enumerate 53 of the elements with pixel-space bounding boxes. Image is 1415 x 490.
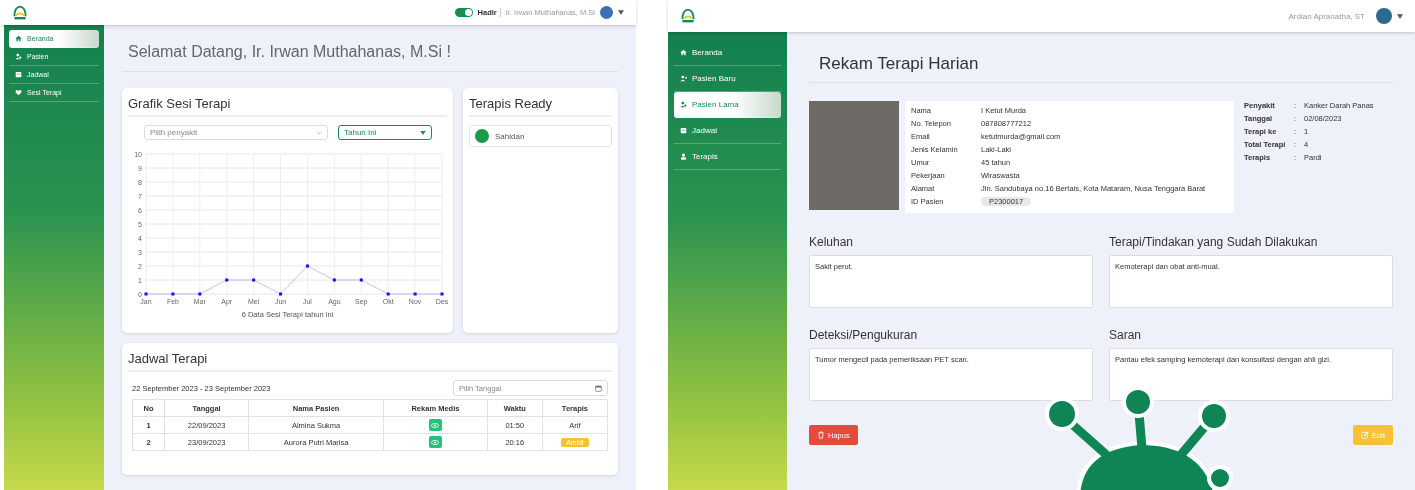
logo-icon [680, 8, 696, 24]
logo-icon [12, 4, 28, 21]
sidebar-item[interactable]: Jadwal [674, 118, 781, 144]
data-point [440, 292, 443, 296]
avatar-icon [475, 129, 489, 143]
sidebar-item[interactable]: Pasien Lama [674, 92, 781, 118]
trash-icon [817, 431, 825, 439]
therapist-item[interactable]: Sahidan [469, 125, 612, 147]
data-point [170, 292, 174, 296]
data-point [278, 292, 282, 296]
field-label: Keluhan [809, 235, 855, 249]
home-icon [15, 35, 22, 42]
data-point [413, 292, 417, 296]
data-point [332, 278, 336, 282]
calendar-icon [680, 127, 687, 134]
data-point [305, 264, 309, 268]
users-icon [680, 101, 687, 108]
data-point [197, 292, 201, 296]
data-point [251, 278, 255, 282]
card-title: Grafik Sesi Terapi [128, 96, 447, 117]
eye-icon [431, 439, 440, 445]
person-icon [680, 153, 687, 160]
card-title: Jadwal Terapi [128, 351, 612, 372]
data-point [359, 278, 363, 282]
data-point [144, 292, 147, 296]
user-name: Ardian Apranatha, ST [1288, 11, 1365, 21]
heart-icon [15, 89, 22, 96]
period-select[interactable]: Tahun Ini [338, 125, 432, 140]
caret-icon[interactable] [1397, 13, 1403, 19]
edit-icon [1361, 431, 1370, 439]
toggle-switch[interactable] [454, 8, 473, 17]
page-heading: Selamat Datang, Ir. Irwan Muthahanas, M.Si ! [122, 37, 618, 72]
user-plus-icon [680, 75, 687, 82]
caret-icon [420, 130, 426, 135]
card-title: Terapis Ready [469, 96, 612, 117]
sidebar-item[interactable]: Terapis [674, 144, 781, 170]
users-icon [15, 53, 22, 60]
field-label: Deteksi/Pengukuran [809, 328, 919, 342]
avatar-icon[interactable] [600, 6, 613, 19]
avatar-icon[interactable] [1376, 8, 1392, 24]
data-point [386, 292, 390, 296]
field-label: Saran [1109, 328, 1143, 342]
caret-icon[interactable] [618, 10, 624, 15]
chevron-down-icon [316, 130, 322, 135]
calendar-icon [15, 71, 22, 78]
sidebar-item[interactable]: Beranda [674, 40, 781, 66]
eye-icon [431, 422, 440, 428]
page-heading: Rekam Terapi Harian [809, 44, 1393, 83]
data-point [224, 278, 228, 282]
field-label: Terapi/Tindakan yang Sudah Dilakukan [1109, 235, 1319, 249]
calendar-icon [595, 384, 602, 392]
home-icon [680, 49, 687, 56]
disease-select[interactable]: Pilih penyakit [144, 125, 328, 140]
